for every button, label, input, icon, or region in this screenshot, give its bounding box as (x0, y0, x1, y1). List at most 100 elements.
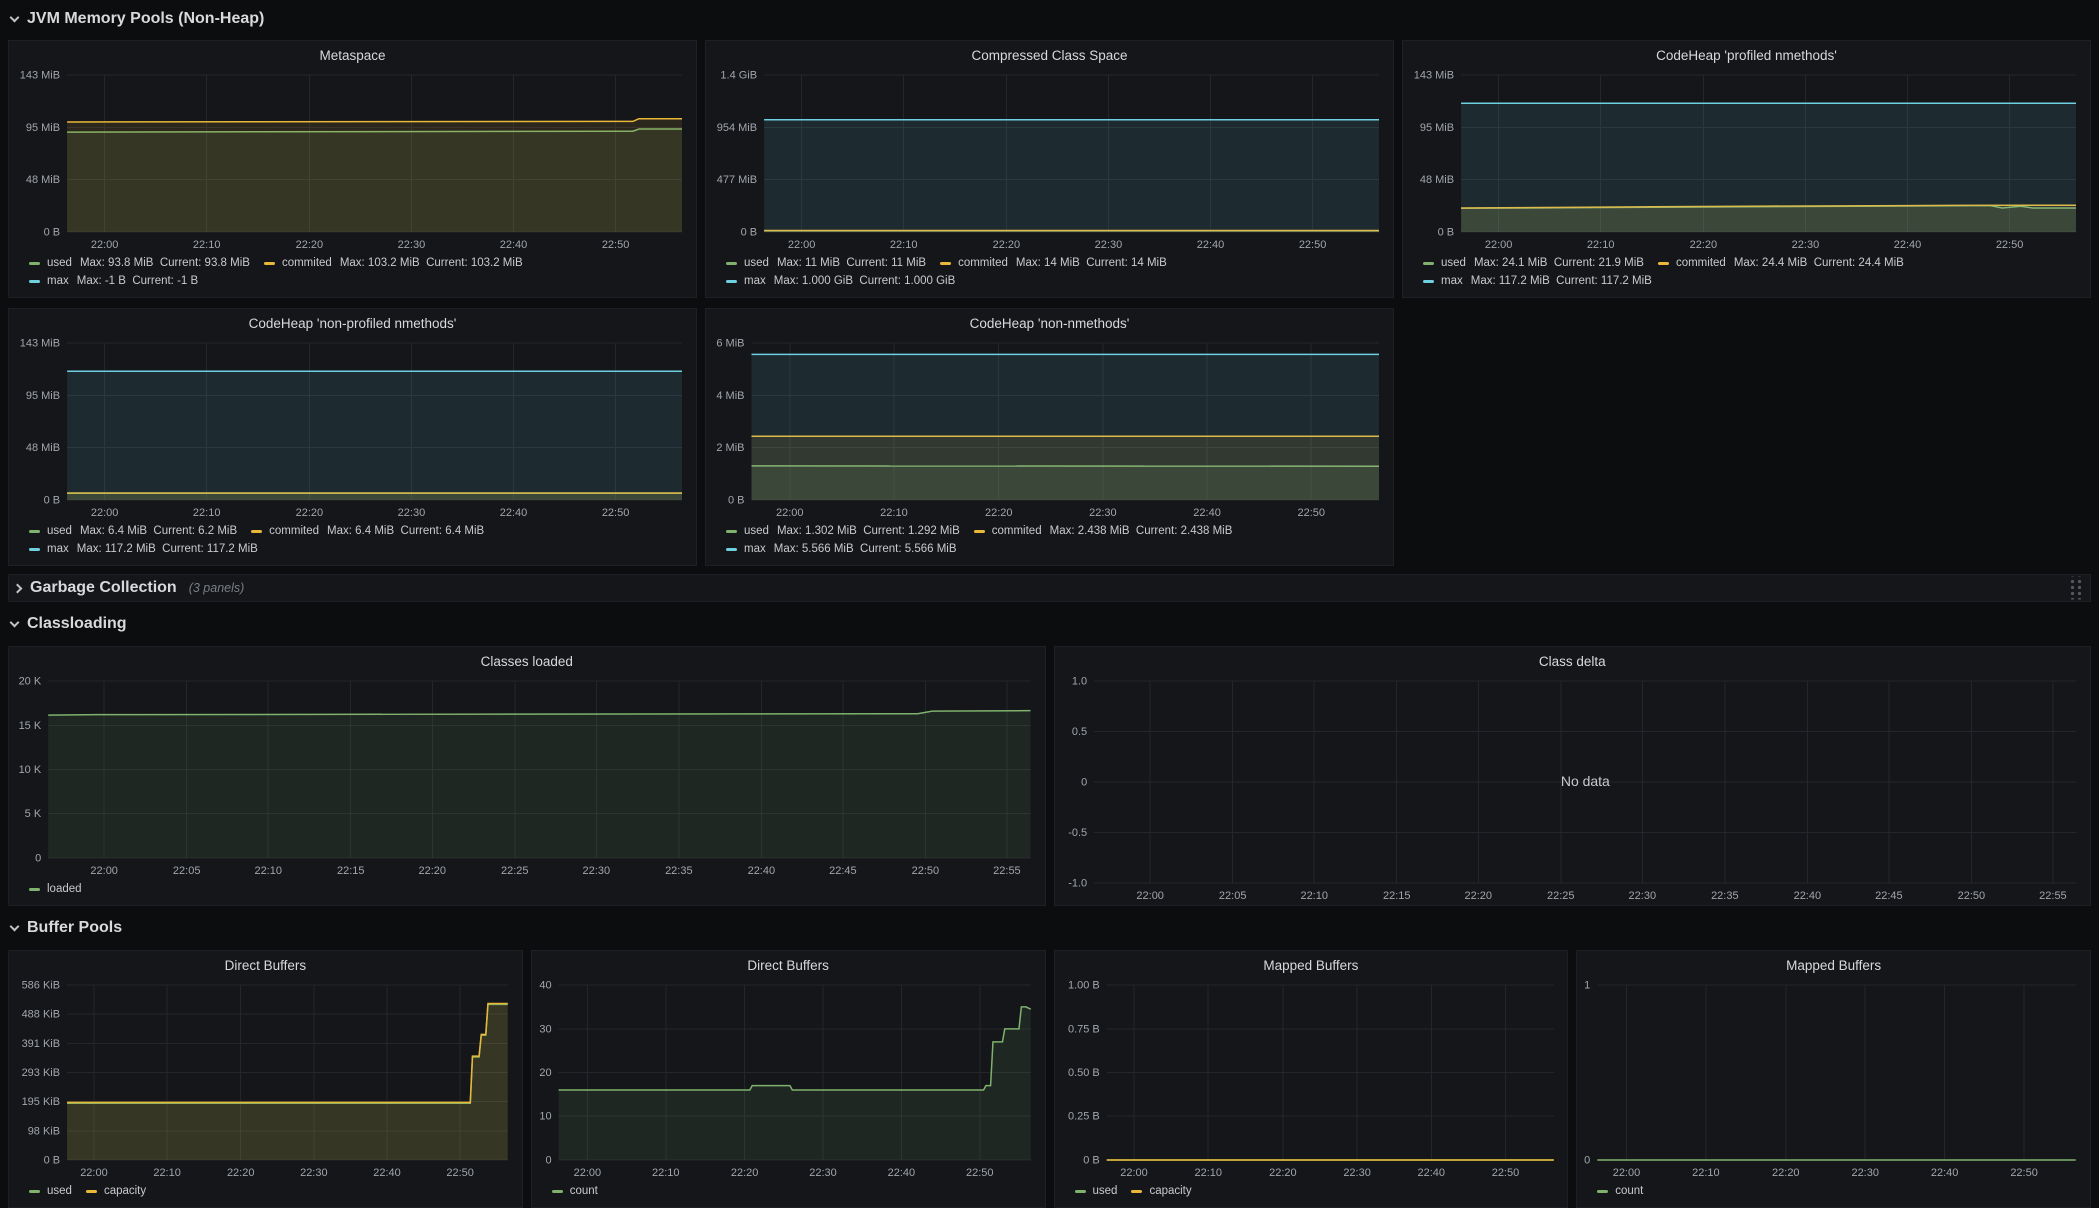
series-color-dash-icon (1423, 262, 1434, 265)
panel-title[interactable]: Direct Buffers (9, 951, 522, 975)
panel-title[interactable]: Class delta (1055, 647, 2091, 671)
section-header-garbage-collection[interactable]: Garbage Collection (3 panels) (8, 574, 2091, 602)
legend-series-name[interactable]: used (47, 1183, 72, 1200)
x-axis-tick-label: 22:10 (890, 239, 918, 251)
time-series-chart[interactable]: 22:0022:1022:2022:3022:4022:501.00 B0.75… (1055, 975, 1568, 1182)
series-color-dash-icon (726, 280, 737, 283)
x-axis-tick-label: 22:20 (1269, 1167, 1297, 1179)
time-series-chart[interactable]: 22:0022:0522:1022:1522:2022:2522:3022:35… (9, 671, 1045, 880)
panel-row-3: Classes loaded 22:0022:0522:1022:1522:20… (8, 646, 2091, 906)
series-color-dash-icon (1658, 262, 1669, 265)
series-line-commited (67, 119, 682, 122)
legend-series-stats: Max: 1.000 GiB Current: 1.000 GiB (774, 273, 956, 290)
legend-item-commited: commitedMax: 14 MiB Current: 14 MiB (940, 255, 1167, 272)
y-axis-tick-label: 48 MiB (1420, 174, 1454, 186)
legend-item-used: usedMax: 1.302 MiB Current: 1.292 MiB (726, 523, 960, 540)
series-color-dash-icon (1597, 1190, 1608, 1193)
y-axis-tick-label: 0.5 (1071, 726, 1086, 738)
x-axis-tick-label: 22:40 (373, 1167, 401, 1179)
section-header-classloading[interactable]: Classloading (8, 602, 2091, 646)
x-axis-tick-label: 22:00 (776, 507, 804, 519)
series-color-dash-icon (251, 530, 262, 533)
legend-series-name[interactable]: max (47, 541, 69, 558)
legend-series-name[interactable]: max (1441, 273, 1463, 290)
legend-series-name[interactable]: count (1615, 1183, 1643, 1200)
legend-item-capacity: capacity (1131, 1183, 1191, 1200)
legend-item-commited: commitedMax: 2.438 MiB Current: 2.438 Mi… (974, 523, 1233, 540)
time-series-chart[interactable]: 22:0022:1022:2022:3022:4022:50143 MiB95 … (9, 65, 696, 254)
legend-series-name[interactable]: count (570, 1183, 598, 1200)
time-series-chart[interactable]: 22:0022:1022:2022:3022:4022:501.4 GiB954… (706, 65, 1393, 254)
x-axis-tick-label: 22:05 (173, 865, 201, 877)
panel-title[interactable]: Classes loaded (9, 647, 1045, 671)
legend-series-name[interactable]: commited (958, 255, 1008, 272)
panel-title[interactable]: Direct Buffers (532, 951, 1045, 975)
y-axis-tick-label: 6 MiB (716, 338, 744, 350)
x-axis-tick-label: 22:45 (829, 865, 857, 877)
y-axis-tick-label: 1.4 GiB (720, 70, 757, 82)
x-axis-tick-label: 22:50 (602, 507, 630, 519)
legend-item-commited: commitedMax: 103.2 MiB Current: 103.2 Mi… (264, 255, 523, 272)
legend-series-name[interactable]: capacity (104, 1183, 146, 1200)
x-axis-tick-label: 22:00 (1136, 890, 1164, 902)
y-axis-tick-label: 1 (1584, 980, 1590, 992)
chevron-down-icon (10, 618, 20, 628)
legend-series-name[interactable]: used (47, 255, 72, 272)
panel-title[interactable]: Compressed Class Space (706, 41, 1393, 65)
panel-title[interactable]: Mapped Buffers (1577, 951, 2090, 975)
legend-series-name[interactable]: commited (992, 523, 1042, 540)
time-series-chart[interactable]: 22:0022:1022:2022:3022:4022:50403020100 (532, 975, 1045, 1182)
x-axis-tick-label: 22:20 (296, 507, 324, 519)
time-series-chart[interactable]: 22:0022:1022:2022:3022:4022:506 MiB4 MiB… (706, 333, 1393, 522)
panel-title[interactable]: Metaspace (9, 41, 696, 65)
legend-series-name[interactable]: capacity (1149, 1183, 1191, 1200)
drag-handle-icon[interactable] (2068, 577, 2081, 600)
x-axis-tick-label: 22:30 (1628, 890, 1656, 902)
x-axis-tick-label: 22:10 (652, 1167, 680, 1179)
y-axis-tick-label: 48 MiB (26, 174, 60, 186)
legend-series-name[interactable]: max (744, 273, 766, 290)
series-area-capacity (67, 1004, 508, 1160)
section-header-buffer-pools[interactable]: Buffer Pools (8, 906, 2091, 950)
panel-title[interactable]: Mapped Buffers (1055, 951, 1568, 975)
legend: used capacity (1055, 1182, 1568, 1207)
section-header-jvm-memory-pools[interactable]: JVM Memory Pools (Non-Heap) (8, 0, 2091, 38)
panel-title[interactable]: CodeHeap 'profiled nmethods' (1403, 41, 2090, 65)
legend-series-name[interactable]: commited (269, 523, 319, 540)
series-color-dash-icon (264, 262, 275, 265)
series-color-dash-icon (974, 530, 985, 533)
series-color-dash-icon (940, 262, 951, 265)
legend-series-name[interactable]: used (744, 523, 769, 540)
series-color-dash-icon (1423, 280, 1434, 283)
legend-series-name[interactable]: loaded (47, 881, 82, 898)
legend-series-name[interactable]: used (47, 523, 72, 540)
time-series-chart[interactable]: 22:0022:1022:2022:3022:4022:5010 (1577, 975, 2090, 1182)
legend-series-name[interactable]: max (744, 541, 766, 558)
legend-series-name[interactable]: used (744, 255, 769, 272)
time-series-chart[interactable]: 22:0022:1022:2022:3022:4022:50143 MiB95 … (1403, 65, 2090, 254)
legend-series-stats: Max: 11 MiB Current: 11 MiB (777, 255, 926, 272)
legend-series-name[interactable]: max (47, 273, 69, 290)
legend-series-name[interactable]: commited (282, 255, 332, 272)
legend-item-max: maxMax: 117.2 MiB Current: 117.2 MiB (29, 541, 258, 558)
x-axis-tick-label: 22:40 (1197, 239, 1225, 251)
time-series-chart[interactable]: 22:0022:0522:1022:1522:2022:2522:3022:35… (1055, 671, 2091, 905)
section-title: JVM Memory Pools (Non-Heap) (27, 10, 264, 28)
panel-title[interactable]: CodeHeap 'non-profiled nmethods' (9, 309, 696, 333)
x-axis-tick-label: 22:50 (966, 1167, 994, 1179)
legend-series-name[interactable]: used (1441, 255, 1466, 272)
x-axis-tick-label: 22:20 (731, 1167, 759, 1179)
x-axis-tick-label: 22:00 (80, 1167, 107, 1179)
legend-series-name[interactable]: commited (1676, 255, 1726, 272)
x-axis-tick-label: 22:40 (1417, 1167, 1445, 1179)
panel-title[interactable]: CodeHeap 'non-nmethods' (706, 309, 1393, 333)
y-axis-tick-label: 0 (1081, 777, 1087, 789)
y-axis-tick-label: 391 KiB (22, 1038, 60, 1050)
panel-row-1: Metaspace 22:0022:1022:2022:3022:4022:50… (8, 40, 2091, 298)
legend-series-name[interactable]: used (1093, 1183, 1118, 1200)
time-series-chart[interactable]: 22:0022:1022:2022:3022:4022:50586 KiB488… (9, 975, 522, 1182)
section-title: Garbage Collection (30, 579, 177, 597)
time-series-chart[interactable]: 22:0022:1022:2022:3022:4022:50143 MiB95 … (9, 333, 696, 522)
x-axis-tick-label: 22:20 (993, 239, 1021, 251)
x-axis-tick-label: 22:10 (1300, 890, 1328, 902)
